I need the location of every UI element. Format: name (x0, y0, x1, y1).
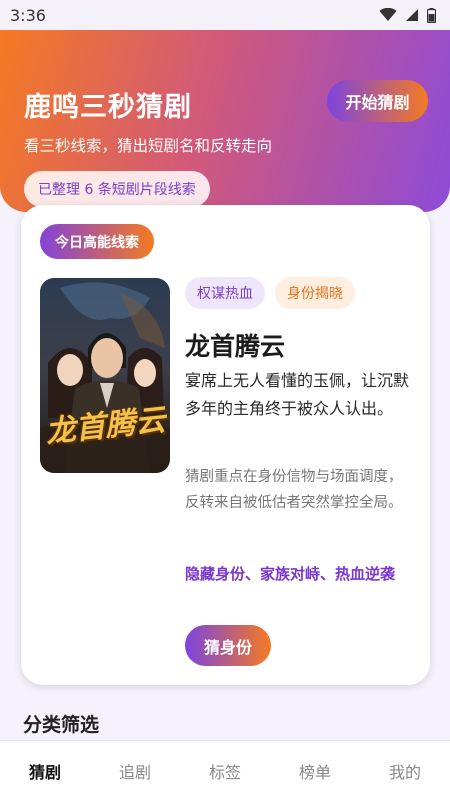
app-title: 鹿鸣三秒猜剧 (24, 92, 192, 123)
start-guess-button[interactable]: 开始猜剧 (327, 80, 428, 122)
status-bar: 3:36 (0, 0, 450, 30)
guess-identity-button[interactable]: 猜身份 (185, 625, 271, 666)
status-icons (379, 7, 436, 23)
nav-item-guess[interactable]: 猜剧 (0, 759, 90, 783)
daily-highlight-badge: 今日高能线索 (40, 224, 154, 259)
featured-drama-card: 今日高能线索 龙首腾云 权谋热血 身份揭晓 龙首腾云 宴席上无人看懂的玉佩，让沉… (21, 205, 430, 685)
nav-item-follow[interactable]: 追剧 (90, 759, 180, 783)
hero-banner: 鹿鸣三秒猜剧 开始猜剧 看三秒线索，猜出短剧名和反转走向 已整理 6 条短剧片段… (0, 30, 450, 212)
battery-icon (427, 7, 436, 23)
signal-icon (406, 9, 418, 21)
nav-item-ranking[interactable]: 榜单 (270, 759, 360, 783)
drama-tags: 权谋热血 身份揭晓 (185, 277, 355, 309)
wifi-icon (379, 8, 397, 21)
category-filter-title: 分类筛选 (23, 714, 100, 736)
clue-count-badge: 已整理 6 条短剧片段线索 (24, 171, 210, 207)
status-time: 3:36 (10, 5, 46, 25)
bottom-nav: 猜剧 追剧 标签 榜单 我的 (0, 740, 450, 800)
tag-identity-reveal[interactable]: 身份揭晓 (275, 277, 355, 309)
drama-title: 龙首腾云 (185, 332, 286, 361)
hero-subtitle: 看三秒线索，猜出短剧名和反转走向 (24, 137, 273, 155)
drama-hook-text: 宴席上无人看懂的玉佩，让沉默多年的主角终于被众人认出。 (185, 371, 410, 418)
drama-keywords: 隐藏身份、家族对峙、热血逆袭 (185, 565, 396, 583)
drama-poster[interactable]: 龙首腾云 (40, 278, 170, 473)
nav-item-tags[interactable]: 标签 (180, 759, 270, 783)
drama-description: 猜剧重点在身份信物与场面调度，反转来自被低估者突然掌控全局。 (185, 469, 403, 511)
nav-item-profile[interactable]: 我的 (360, 759, 450, 783)
tag-power-play[interactable]: 权谋热血 (185, 277, 265, 309)
